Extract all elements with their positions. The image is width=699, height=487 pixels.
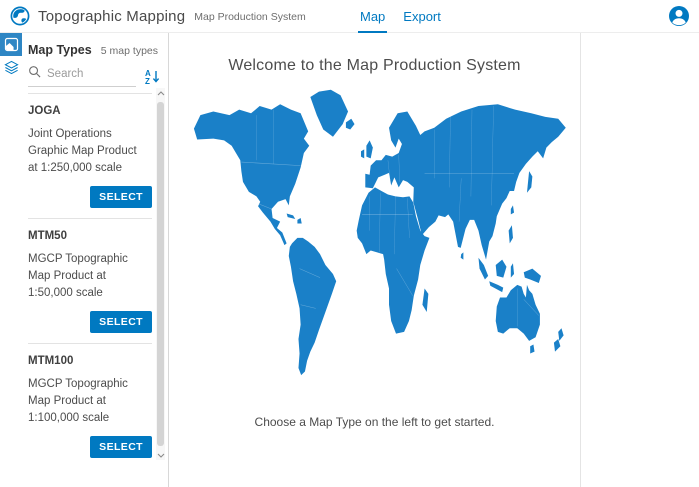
map-type-description: MGCP Topographic Map Product at 1:50,000…	[28, 251, 144, 302]
basemap-icon[interactable]	[0, 33, 22, 56]
search-input[interactable]	[47, 68, 117, 80]
tab-map[interactable]: Map	[358, 9, 387, 33]
sort-a-z-icon[interactable]: A Z	[144, 68, 160, 85]
globe-icon	[10, 6, 30, 26]
user-avatar-icon[interactable]	[668, 5, 690, 27]
map-type-item: MTM50 MGCP Topographic Map Product at 1:…	[28, 219, 152, 344]
app-header: Topographic Mapping Map Production Syste…	[0, 0, 699, 33]
layers-icon[interactable]	[0, 56, 22, 79]
map-type-name: JOGA	[28, 105, 152, 117]
search-box[interactable]	[28, 65, 136, 87]
select-button[interactable]: SELECT	[90, 436, 152, 458]
app-window: Topographic Mapping Map Production Syste…	[0, 0, 699, 487]
panel-head: Map Types 5 map types	[28, 33, 168, 57]
panel-title: Map Types	[28, 43, 92, 57]
app-body: Map Types 5 map types A Z	[0, 33, 699, 487]
scrollbar-thumb[interactable]	[157, 102, 164, 446]
welcome-title: Welcome to the Map Production System	[169, 57, 580, 75]
main-panel: Welcome to the Map Production System	[169, 33, 581, 487]
search-icon	[28, 65, 41, 83]
right-gap	[581, 33, 699, 487]
action-bar	[0, 33, 22, 487]
select-button[interactable]: SELECT	[90, 311, 152, 333]
map-types-panel: Map Types 5 map types A Z	[22, 33, 169, 487]
main-tabs: Map Export	[358, 0, 457, 33]
map-type-description: MGCP Topographic Map Product at 1:100,00…	[28, 376, 144, 427]
select-button[interactable]: SELECT	[90, 186, 152, 208]
app-subtitle: Map Production System	[194, 11, 305, 23]
svg-text:Z: Z	[145, 77, 150, 85]
world-map	[169, 88, 580, 391]
map-type-name: MTM100	[28, 355, 152, 367]
tab-export[interactable]: Export	[401, 9, 443, 33]
map-type-list: JOGA Joint Operations Graphic Map Produc…	[28, 93, 168, 467]
search-row: A Z	[28, 65, 168, 87]
instruction-text: Choose a Map Type on the left to get sta…	[169, 415, 580, 429]
sidebar-scrollbar[interactable]	[156, 88, 165, 460]
map-type-item: JOGA Joint Operations Graphic Map Produc…	[28, 93, 152, 219]
app-title: Topographic Mapping	[38, 8, 185, 25]
map-type-name: MTM50	[28, 230, 152, 242]
chevron-up-icon[interactable]	[157, 88, 165, 98]
map-type-item: MTM100 MGCP Topographic Map Product at 1…	[28, 344, 152, 467]
chevron-down-icon[interactable]	[157, 450, 165, 460]
map-type-count: 5 map types	[101, 45, 158, 57]
map-type-description: Joint Operations Graphic Map Product at …	[28, 126, 144, 177]
